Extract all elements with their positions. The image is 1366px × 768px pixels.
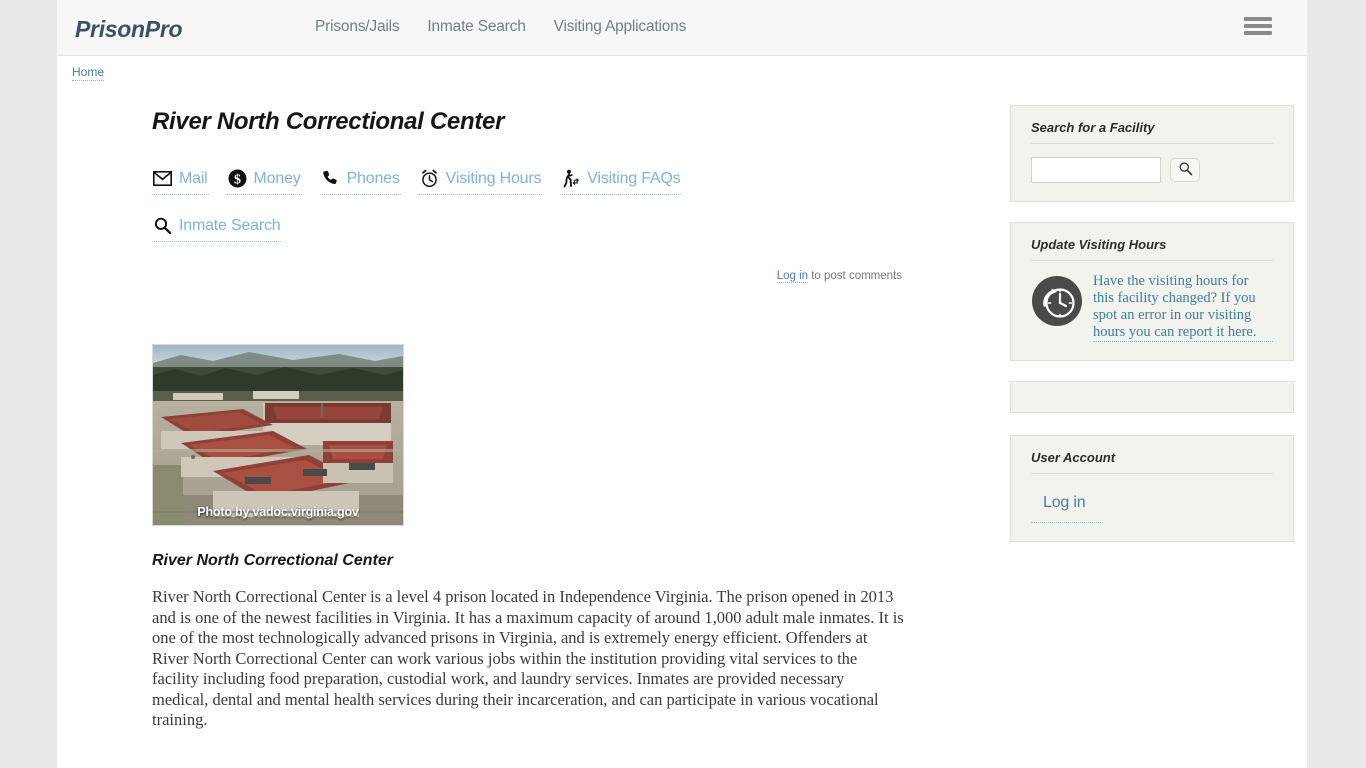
- post-comments-suffix: to post comments: [808, 270, 902, 282]
- nav-item-prisons-jails[interactable]: Prisons/Jails: [315, 18, 400, 36]
- search-facility-form: [1031, 157, 1273, 183]
- quick-link-mail[interactable]: Mail: [152, 166, 209, 195]
- search-facility-block: Search for a Facility: [1010, 105, 1294, 202]
- quick-link-label: Visiting Hours: [445, 169, 542, 187]
- nav-item-inmate-search[interactable]: Inmate Search: [427, 18, 525, 36]
- site-logo[interactable]: PrisonPro: [75, 16, 183, 43]
- hamburger-bar: [1244, 17, 1272, 21]
- magnifier-icon: [153, 216, 172, 235]
- hamburger-bar: [1244, 31, 1272, 35]
- quick-link-label: Inmate Search: [179, 216, 281, 234]
- quick-link-label: Phones: [346, 169, 400, 187]
- quick-link-money[interactable]: $ Money: [226, 166, 302, 195]
- login-link[interactable]: Log in: [776, 270, 809, 283]
- dollar-circle-icon: $: [228, 169, 247, 188]
- user-account-login-underline: [1031, 522, 1103, 523]
- phone-icon: [321, 169, 340, 188]
- svg-text:$: $: [234, 172, 241, 187]
- user-account-login-link[interactable]: Log in: [1043, 494, 1086, 512]
- alarm-clock-icon: [420, 169, 439, 188]
- clock-rewind-icon: [1031, 275, 1083, 327]
- main-content: River North Correctional Center Mail $ M…: [152, 108, 912, 731]
- main-navigation: Prisons/Jails Inmate Search Visiting App…: [315, 18, 686, 36]
- walking-person-icon: [561, 169, 580, 188]
- magnifier-icon: [1178, 161, 1193, 179]
- quick-link-visiting-faqs[interactable]: Visiting FAQs: [560, 166, 682, 195]
- hamburger-bar: [1244, 24, 1272, 28]
- quick-link-label: Visiting FAQs: [587, 169, 681, 187]
- update-visiting-hours-block: Update Visiting Hours Have the visiting …: [1010, 222, 1294, 361]
- quick-link-phones[interactable]: Phones: [319, 166, 401, 195]
- quick-link-visiting-hours[interactable]: Visiting Hours: [418, 166, 543, 195]
- search-facility-title: Search for a Facility: [1031, 120, 1273, 144]
- sidebar: Search for a Facility Update Visiting Ho…: [1010, 105, 1294, 562]
- quick-link-label: Mail: [179, 169, 208, 187]
- quick-link-label: Money: [253, 169, 301, 187]
- update-visiting-hours-title: Update Visiting Hours: [1031, 237, 1273, 261]
- facility-photo: Photo by vadoc.virginia.gov: [152, 344, 404, 526]
- search-submit-button[interactable]: [1170, 158, 1200, 182]
- breadcrumb: Home: [72, 65, 105, 81]
- search-input[interactable]: [1031, 157, 1161, 183]
- hamburger-menu-icon[interactable]: [1243, 16, 1273, 40]
- site-header: PrisonPro Prisons/Jails Inmate Search Vi…: [57, 0, 1307, 56]
- photo-credit-caption: Photo by vadoc.virginia.gov: [197, 505, 359, 519]
- user-account-title: User Account: [1031, 450, 1273, 474]
- page-container: PrisonPro Prisons/Jails Inmate Search Vi…: [57, 0, 1307, 768]
- facility-description: River North Correctional Center is a lev…: [152, 587, 904, 729]
- quick-links-row: Mail $ Money Phones Visiting Hours Visit…: [152, 166, 792, 260]
- nav-item-visiting-applications[interactable]: Visiting Applications: [554, 18, 687, 36]
- facility-photo-image: [153, 345, 403, 525]
- envelope-icon: [153, 169, 172, 188]
- report-visiting-hours-link[interactable]: Have the visiting hours for this facilit…: [1093, 273, 1273, 342]
- empty-sidebar-block: [1010, 381, 1294, 413]
- post-comments-line: Log in to post comments: [152, 270, 902, 283]
- breadcrumb-home-link[interactable]: Home: [72, 65, 105, 81]
- update-visiting-hours-body: Have the visiting hours for this facilit…: [1031, 273, 1273, 342]
- page-title: River North Correctional Center: [152, 108, 505, 135]
- user-account-block: User Account Log in: [1010, 435, 1294, 542]
- section-subtitle: River North Correctional Center: [152, 552, 393, 569]
- quick-link-inmate-search[interactable]: Inmate Search: [152, 213, 282, 242]
